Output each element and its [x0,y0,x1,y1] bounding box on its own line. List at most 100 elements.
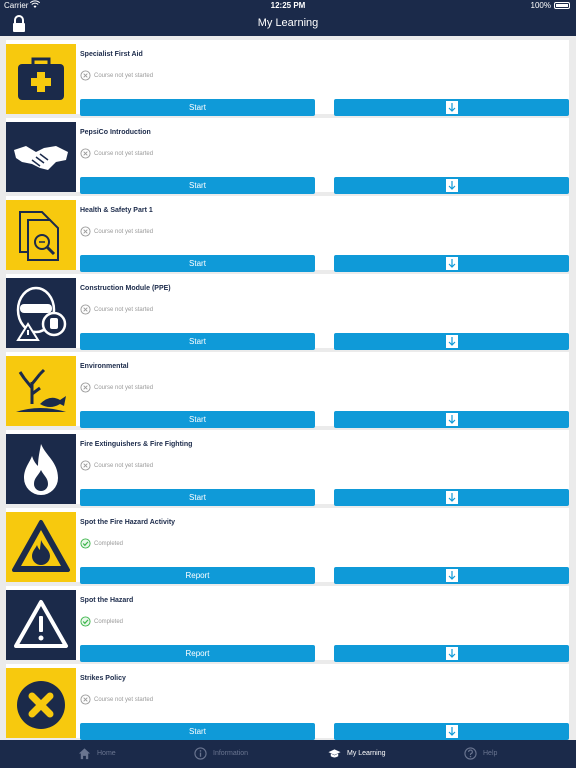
course-card[interactable]: Health & Safety Part 1 Course not yet st… [6,196,569,272]
report-button[interactable]: Report [80,567,315,584]
course-title: Environmental [80,363,129,370]
download-button[interactable] [334,99,569,116]
battery-icon [554,2,570,9]
download-button[interactable] [334,489,569,506]
course-status-label: Course not yet started [94,150,154,157]
course-status: Course not yet started [80,304,153,315]
course-status: Course not yet started [80,460,153,471]
tab-label: My Learning [347,750,386,757]
fire-hazard-triangle-icon [6,512,76,582]
info-icon [194,747,207,760]
tab-label: Information [213,750,249,757]
course-card[interactable]: Construction Module (PPE) Course not yet… [6,274,569,350]
page-title: My Learning [257,17,319,29]
course-status: Course not yet started [80,226,153,237]
download-icon [445,179,458,192]
download-button[interactable] [334,255,569,272]
not-started-icon [80,460,91,471]
start-button[interactable]: Start [80,489,315,506]
course-card[interactable]: Spot the Hazard Completed Report [6,586,569,662]
course-title: Fire Extinguishers & Fire Fighting [80,441,193,448]
course-card[interactable]: Strikes Policy Course not yet started St… [6,664,569,740]
course-list[interactable]: Specialist First Aid Course not yet star… [0,36,576,740]
not-started-icon [80,148,91,159]
graduation-cap-icon [328,749,341,758]
course-status-label: Course not yet started [94,384,154,391]
flame-icon [6,434,76,504]
course-title: Specialist First Aid [80,51,143,58]
course-status: Completed [80,616,123,627]
download-button[interactable] [334,411,569,428]
tab-label: Help [483,750,498,757]
course-title: PepsiCo Introduction [80,129,151,136]
download-icon [445,257,458,270]
document-search-icon [6,200,76,270]
not-started-icon [80,226,91,237]
download-button[interactable] [334,567,569,584]
course-status-label: Completed [94,540,124,547]
download-icon [445,725,458,738]
first-aid-kit-icon [6,44,76,114]
start-button[interactable]: Start [80,99,315,116]
status-bar: Carrier 12:25 PM 100% [0,0,576,12]
tab-information[interactable]: Information [194,747,248,760]
course-status-label: Completed [94,618,124,625]
download-icon [445,491,458,504]
ppe-worker-icon [6,278,76,348]
course-status: Course not yet started [80,694,153,705]
help-icon [464,747,477,760]
course-status-label: Course not yet started [94,462,154,469]
course-status-label: Course not yet started [94,306,154,313]
course-card[interactable]: Fire Extinguishers & Fire Fighting Cours… [6,430,569,506]
battery-percent: 100% [530,1,551,10]
start-button[interactable]: Start [80,177,315,194]
home-icon [78,748,91,760]
warning-triangle-icon [6,590,76,660]
report-button[interactable]: Report [80,645,315,662]
tab-label: Home [97,750,116,757]
tab-home[interactable]: Home [78,747,116,760]
download-button[interactable] [334,645,569,662]
start-button[interactable]: Start [80,333,315,350]
not-started-icon [80,70,91,81]
tab-help[interactable]: Help [464,747,497,760]
course-title: Strikes Policy [80,675,126,682]
navigation-bar: My Learning [0,12,576,36]
course-status-label: Course not yet started [94,228,154,235]
start-button[interactable]: Start [80,723,315,740]
completed-check-icon [80,538,91,549]
clock: 12:25 PM [270,1,306,10]
course-title: Construction Module (PPE) [80,285,171,292]
cross-circle-icon [6,668,76,738]
course-status: Course not yet started [80,382,153,393]
tab-my-learning[interactable]: My Learning [328,747,386,760]
course-card[interactable]: Spot the Fire Hazard Activity Completed … [6,508,569,584]
download-button[interactable] [334,333,569,350]
not-started-icon [80,694,91,705]
download-icon [445,335,458,348]
download-icon [445,647,458,660]
download-button[interactable] [334,723,569,740]
course-status: Course not yet started [80,70,153,81]
download-icon [445,569,458,582]
battery-indicator: 100% [531,1,570,10]
download-button[interactable] [334,177,569,194]
course-card[interactable]: Specialist First Aid Course not yet star… [6,40,569,116]
course-status: Course not yet started [80,148,153,159]
environment-tree-fish-icon [6,356,76,426]
handshake-icon [6,122,76,192]
tab-bar: Home Information My Learning Help [0,740,576,768]
course-title: Spot the Hazard [80,597,134,604]
download-icon [445,413,458,426]
download-icon [445,101,458,114]
course-card[interactable]: Environmental Course not yet started Sta… [6,352,569,428]
course-title: Spot the Fire Hazard Activity [80,519,176,526]
course-status-label: Course not yet started [94,696,154,703]
course-title: Health & Safety Part 1 [80,207,153,214]
start-button[interactable]: Start [80,411,315,428]
course-card[interactable]: PepsiCo Introduction Course not yet star… [6,118,569,194]
not-started-icon [80,304,91,315]
completed-check-icon [80,616,91,627]
start-button[interactable]: Start [80,255,315,272]
course-status-label: Course not yet started [94,72,154,79]
